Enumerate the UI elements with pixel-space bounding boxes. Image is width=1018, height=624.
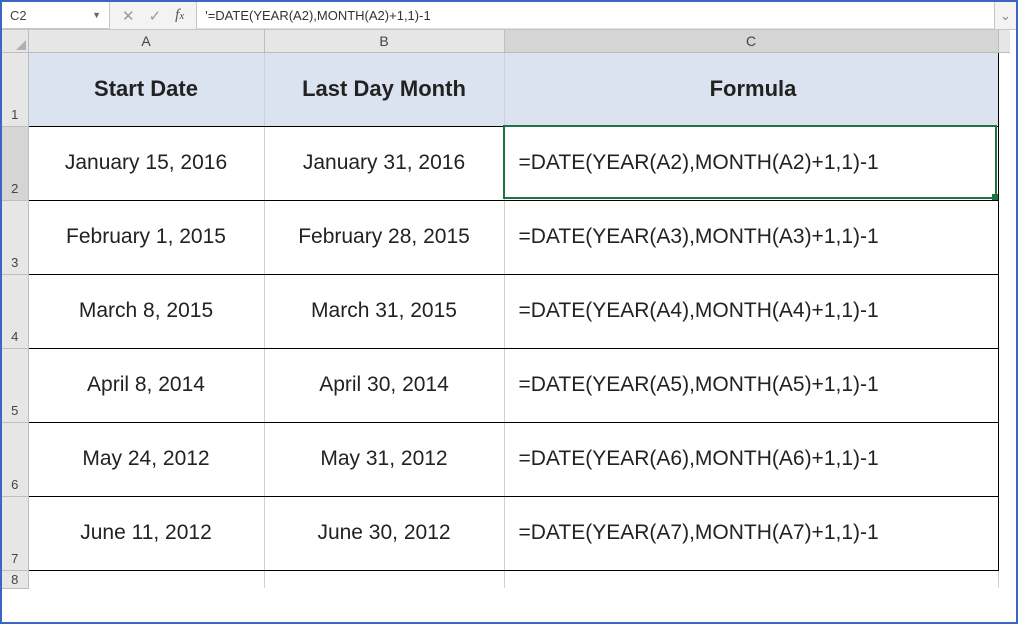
row-header-3[interactable]: 3: [2, 200, 28, 274]
formula-bar-controls: ✕ ✓ fx: [110, 2, 197, 29]
cell-c3[interactable]: =DATE(YEAR(A3),MONTH(A3)+1,1)-1: [504, 200, 998, 274]
fx-icon[interactable]: fx: [175, 7, 184, 24]
row-header-6[interactable]: 6: [2, 422, 28, 496]
cell-b4[interactable]: March 31, 2015: [264, 274, 504, 348]
cell-b1[interactable]: Last Day Month: [264, 52, 504, 126]
row-header-4[interactable]: 4: [2, 274, 28, 348]
cell-a2[interactable]: January 15, 2016: [28, 126, 264, 200]
cell-c1[interactable]: Formula: [504, 52, 998, 126]
cell-c7[interactable]: =DATE(YEAR(A7),MONTH(A7)+1,1)-1: [504, 496, 998, 570]
cell-c2[interactable]: =DATE(YEAR(A2),MONTH(A2)+1,1)-1: [504, 126, 998, 200]
cell-b7[interactable]: June 30, 2012: [264, 496, 504, 570]
cell-a6[interactable]: May 24, 2012: [28, 422, 264, 496]
row-header-2[interactable]: 2: [2, 126, 28, 200]
row-header-8[interactable]: 8: [2, 570, 28, 588]
formula-input[interactable]: '=DATE(YEAR(A2),MONTH(A2)+1,1)-1: [197, 2, 994, 29]
expand-formula-bar-icon[interactable]: ⌄: [994, 2, 1016, 29]
row-header-7[interactable]: 7: [2, 496, 28, 570]
cell-a4[interactable]: March 8, 2015: [28, 274, 264, 348]
cell-a3[interactable]: February 1, 2015: [28, 200, 264, 274]
cell-a5[interactable]: April 8, 2014: [28, 348, 264, 422]
cancel-icon[interactable]: ✕: [122, 7, 135, 25]
cell-b2[interactable]: January 31, 2016: [264, 126, 504, 200]
col-header-a[interactable]: A: [28, 30, 264, 52]
name-box-value: C2: [10, 8, 27, 23]
cell-a8[interactable]: [28, 570, 264, 588]
cell-c6[interactable]: =DATE(YEAR(A6),MONTH(A6)+1,1)-1: [504, 422, 998, 496]
cell-a1[interactable]: Start Date: [28, 52, 264, 126]
row-header-1[interactable]: 1: [2, 52, 28, 126]
cell-rest: [998, 52, 1010, 126]
excel-window: C2 ▼ ✕ ✓ fx '=DATE(YEAR(A2),MONTH(A2)+1,…: [2, 2, 1016, 622]
col-header-rest: [998, 30, 1010, 52]
spreadsheet-grid[interactable]: A B C 1 Start Date Last Day Month Formul…: [2, 30, 1010, 622]
row-header-5[interactable]: 5: [2, 348, 28, 422]
name-box[interactable]: C2 ▼: [2, 2, 110, 29]
formula-text: '=DATE(YEAR(A2),MONTH(A2)+1,1)-1: [205, 8, 430, 23]
enter-icon[interactable]: ✓: [149, 7, 162, 25]
cell-b8[interactable]: [264, 570, 504, 588]
cell-a7[interactable]: June 11, 2012: [28, 496, 264, 570]
select-all-corner[interactable]: [2, 30, 28, 52]
cell-c5[interactable]: =DATE(YEAR(A5),MONTH(A5)+1,1)-1: [504, 348, 998, 422]
cell-b5[interactable]: April 30, 2014: [264, 348, 504, 422]
cell-c4[interactable]: =DATE(YEAR(A4),MONTH(A4)+1,1)-1: [504, 274, 998, 348]
cell-b3[interactable]: February 28, 2015: [264, 200, 504, 274]
cell-b6[interactable]: May 31, 2012: [264, 422, 504, 496]
formula-bar: C2 ▼ ✕ ✓ fx '=DATE(YEAR(A2),MONTH(A2)+1,…: [2, 2, 1016, 30]
cell-c8[interactable]: [504, 570, 998, 588]
col-header-b[interactable]: B: [264, 30, 504, 52]
chevron-down-icon[interactable]: ▼: [92, 10, 101, 20]
col-header-c[interactable]: C: [504, 30, 998, 52]
